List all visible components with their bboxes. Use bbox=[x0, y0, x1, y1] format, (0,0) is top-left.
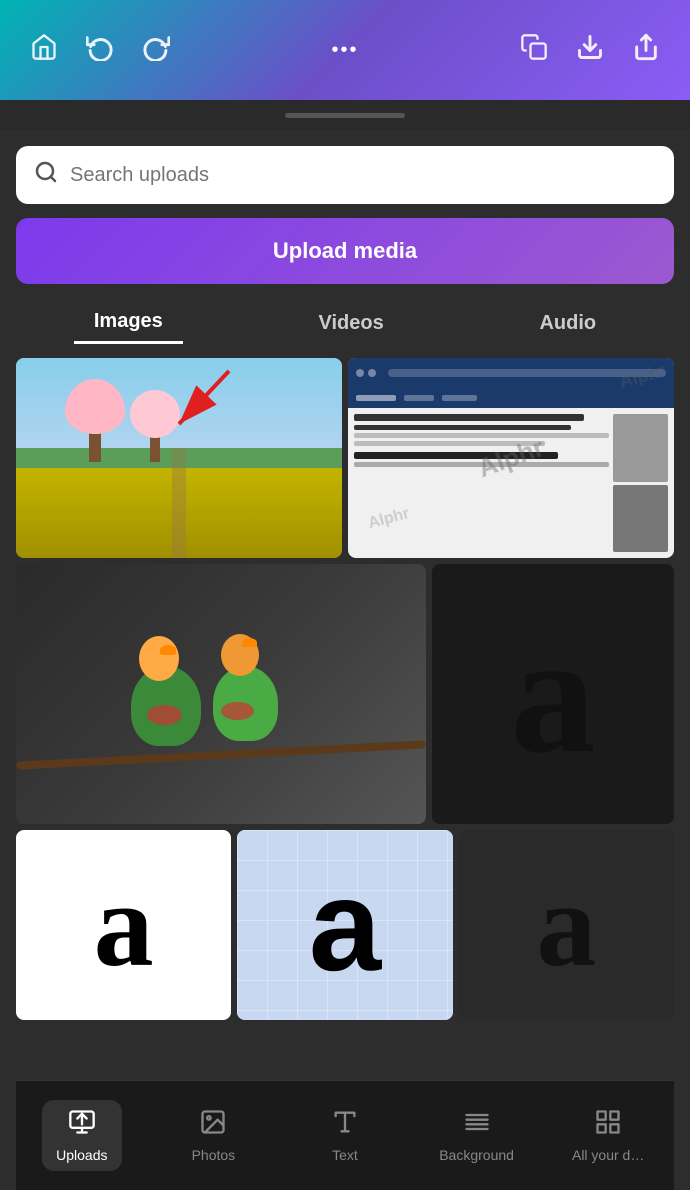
letter-a-dark: a bbox=[511, 609, 596, 779]
top-bar-right-icons bbox=[520, 33, 660, 67]
copy-icon[interactable] bbox=[520, 33, 548, 67]
uploads-icon bbox=[68, 1108, 96, 1143]
notch-area bbox=[0, 100, 690, 130]
allyour-icon bbox=[594, 1108, 622, 1143]
search-icon bbox=[34, 160, 58, 190]
nav-item-photos[interactable]: Photos bbox=[173, 1108, 253, 1163]
notch-bar bbox=[285, 113, 405, 118]
letter-a-dark-image[interactable]: a bbox=[432, 564, 674, 824]
download-icon[interactable] bbox=[576, 33, 604, 67]
tab-audio[interactable]: Audio bbox=[519, 304, 616, 343]
tab-videos[interactable]: Videos bbox=[299, 304, 404, 343]
nav-label-uploads: Uploads bbox=[56, 1147, 107, 1163]
photos-icon bbox=[199, 1108, 227, 1143]
bottom-nav: Uploads Photos Text bbox=[16, 1080, 674, 1190]
lovebirds-image[interactable] bbox=[16, 564, 426, 824]
search-input[interactable] bbox=[70, 164, 656, 187]
grid-row-3: a a a bbox=[16, 830, 674, 1020]
letter-a-dark2: a bbox=[536, 865, 596, 985]
nav-label-text: Text bbox=[332, 1147, 358, 1163]
letter-a-white-image[interactable]: a bbox=[16, 830, 231, 1020]
nav-item-text[interactable]: Text bbox=[305, 1108, 385, 1163]
home-icon[interactable] bbox=[30, 33, 58, 67]
letter-a-white: a bbox=[94, 865, 154, 985]
image-grid: Alphr Alphr Alphr bbox=[16, 358, 674, 1080]
text-icon bbox=[331, 1108, 359, 1143]
grid-row-1: Alphr Alphr Alphr bbox=[16, 358, 674, 558]
article-screenshot-image[interactable]: Alphr Alphr Alphr bbox=[348, 358, 674, 558]
more-options-icon[interactable]: ••• bbox=[331, 39, 358, 62]
letter-a-blue: a bbox=[309, 860, 381, 990]
tabs-container: Images Videos Audio bbox=[16, 302, 674, 344]
main-content: Upload media Images Videos Audio bbox=[0, 130, 690, 1190]
upload-media-button[interactable]: Upload media bbox=[16, 218, 674, 284]
nav-item-background[interactable]: Background bbox=[437, 1108, 517, 1163]
redo-icon[interactable] bbox=[142, 33, 170, 67]
spring-landscape-image[interactable] bbox=[16, 358, 342, 558]
share-icon[interactable] bbox=[632, 33, 660, 67]
grid-row-2: a bbox=[16, 564, 674, 824]
top-bar-left-icons bbox=[30, 33, 170, 67]
background-icon bbox=[463, 1108, 491, 1143]
top-bar-center: ••• bbox=[331, 39, 358, 62]
top-bar: ••• bbox=[0, 0, 690, 100]
nav-label-allyour: All your d… bbox=[572, 1147, 644, 1163]
nav-label-background: Background bbox=[439, 1147, 514, 1163]
undo-icon[interactable] bbox=[86, 33, 114, 67]
tab-images[interactable]: Images bbox=[74, 302, 183, 344]
search-bar[interactable] bbox=[16, 146, 674, 204]
nav-label-photos: Photos bbox=[192, 1147, 236, 1163]
letter-a-dark2-image[interactable]: a bbox=[459, 830, 674, 1020]
letter-a-blue-image[interactable]: a bbox=[237, 830, 452, 1020]
nav-item-uploads[interactable]: Uploads bbox=[42, 1100, 122, 1171]
nav-item-allyour[interactable]: All your d… bbox=[568, 1108, 648, 1163]
